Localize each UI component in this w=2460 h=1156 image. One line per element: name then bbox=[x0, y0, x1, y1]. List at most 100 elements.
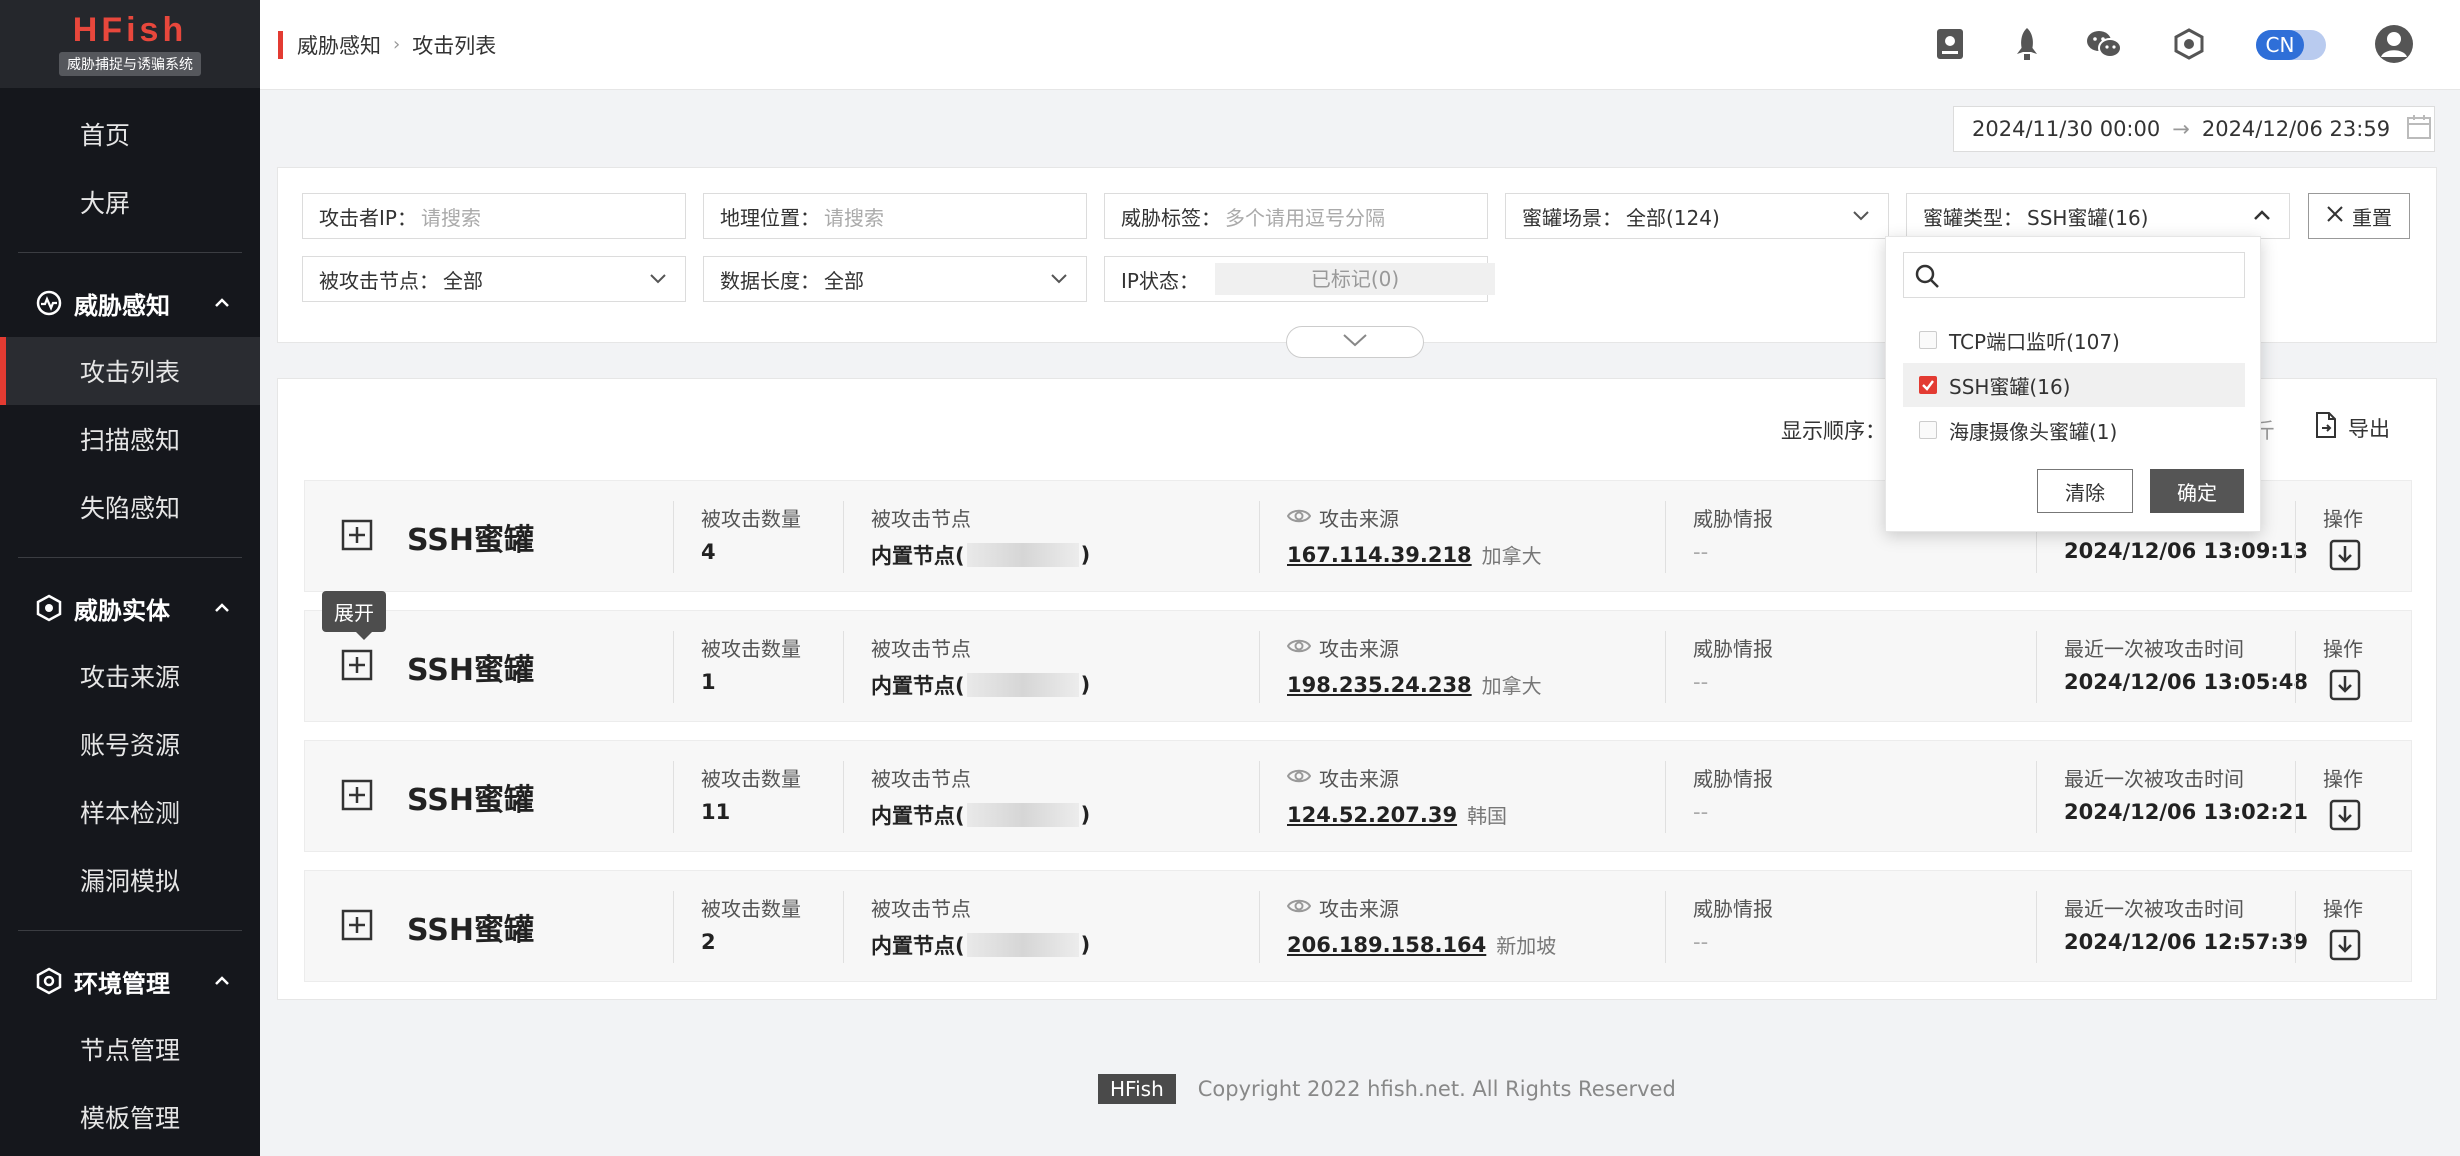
honeypot-type-select[interactable]: 蜜罐类型： SSH蜜罐(16) bbox=[1906, 193, 2290, 239]
col-header: 最近一次被攻击时间 bbox=[2064, 897, 2244, 921]
attacker-ip-field[interactable]: 攻击者IP： 请搜索 bbox=[302, 193, 686, 239]
download-icon[interactable] bbox=[2329, 669, 2361, 701]
nav-compromise-perception[interactable]: 失陷感知 bbox=[0, 473, 260, 541]
field-label: 蜜罐类型： bbox=[1923, 205, 2023, 230]
eye-icon[interactable] bbox=[1286, 506, 1312, 530]
dropdown-search-input[interactable] bbox=[1903, 252, 2245, 298]
nav-bigscreen[interactable]: 大屏 bbox=[0, 168, 260, 236]
geo-location-field[interactable]: 地理位置： 请搜索 bbox=[703, 193, 1087, 239]
column-divider bbox=[2295, 761, 2296, 833]
expand-icon[interactable] bbox=[341, 649, 373, 681]
eye-icon[interactable] bbox=[1286, 896, 1312, 920]
download-icon[interactable] bbox=[2329, 539, 2361, 571]
last-attack-col: 最近一次被攻击时间 2024/12/06 13:02:21 bbox=[2064, 763, 2308, 824]
checkbox[interactable] bbox=[1919, 331, 1937, 349]
option-label: SSH蜜罐(16) bbox=[1949, 374, 2071, 399]
nav-group-threat-perception[interactable]: 威胁感知 bbox=[0, 269, 260, 337]
display-order-label: 显示顺序： bbox=[1781, 419, 1886, 443]
hexagon-settings-icon[interactable] bbox=[2169, 24, 2209, 64]
threat-tag-field[interactable]: 威胁标签： 多个请用逗号分隔 bbox=[1104, 193, 1488, 239]
manual-icon[interactable] bbox=[1930, 24, 1970, 64]
nav-account-label: 账号资源 bbox=[80, 731, 181, 760]
nav-home-label: 首页 bbox=[80, 121, 131, 150]
nav-compromise-label: 失陷感知 bbox=[80, 494, 181, 523]
nav-group-label: 环境管理 bbox=[74, 969, 170, 998]
expand-icon[interactable] bbox=[341, 779, 373, 811]
nav-group-threat-entity[interactable]: 威胁实体 bbox=[0, 574, 260, 642]
source-ip-link[interactable]: 198.235.24.238 bbox=[1287, 673, 1472, 697]
col-header: 被攻击节点 bbox=[871, 507, 971, 531]
nav-attack-list[interactable]: 攻击列表 bbox=[0, 337, 260, 405]
date-start[interactable]: 2024/11/30 00:00 bbox=[1972, 117, 2160, 141]
wechat-icon[interactable] bbox=[2084, 24, 2124, 64]
source-ip-link[interactable]: 167.114.39.218 bbox=[1287, 543, 1472, 567]
logo-subtitle: 威胁捕捉与诱骗系统 bbox=[59, 52, 201, 76]
eye-icon[interactable] bbox=[1286, 636, 1312, 660]
nav-scan-perception[interactable]: 扫描感知 bbox=[0, 405, 260, 473]
nav-template-management[interactable]: 模板管理 bbox=[0, 1083, 260, 1151]
date-end[interactable]: 2024/12/06 23:59 bbox=[2202, 117, 2390, 141]
nav-attack-source[interactable]: 攻击来源 bbox=[0, 642, 260, 710]
download-icon[interactable] bbox=[2329, 799, 2361, 831]
nav-group-env-management[interactable]: 环境管理 bbox=[0, 947, 260, 1015]
checkbox-checked[interactable] bbox=[1919, 376, 1937, 394]
attack-source-col: 攻击来源 198.235.24.238 加拿大 bbox=[1286, 633, 1542, 699]
field-label: IP状态： bbox=[1121, 268, 1199, 293]
nav-sample-detection[interactable]: 样本检测 bbox=[0, 778, 260, 846]
ip-status-value[interactable]: 已标记(0) bbox=[1215, 263, 1495, 295]
breadcrumb-item[interactable]: 威胁感知 bbox=[297, 30, 381, 60]
attacked-node-select[interactable]: 被攻击节点： 全部 bbox=[302, 256, 686, 302]
column-divider bbox=[1259, 501, 1260, 573]
logo[interactable]: HFish 威胁捕捉与诱骗系统 bbox=[0, 0, 260, 88]
calendar-icon[interactable] bbox=[2406, 114, 2432, 145]
download-icon[interactable] bbox=[2329, 929, 2361, 961]
reset-button[interactable]: 重置 bbox=[2308, 193, 2410, 239]
rocket-icon[interactable] bbox=[2007, 24, 2047, 64]
threat-intel-value: -- bbox=[1693, 800, 1709, 824]
operation-col: 操作 bbox=[2323, 893, 2363, 922]
field-value: 全部(124) bbox=[1626, 205, 1720, 230]
nav-scan-label: 扫描感知 bbox=[80, 426, 181, 455]
attack-row[interactable]: SSH蜜罐 被攻击数量 2 被攻击节点 内置节点() 攻击来源 206.189.158… bbox=[304, 870, 2412, 982]
ip-status-field[interactable]: IP状态： 已标记(0) bbox=[1104, 256, 1495, 302]
nav-home[interactable]: 首页 bbox=[0, 100, 260, 168]
column-divider bbox=[1665, 631, 1666, 703]
attack-row[interactable]: SSH蜜罐 被攻击数量 1 被攻击节点 内置节点() 攻击来源 198.235.24.… bbox=[304, 610, 2412, 722]
attack-row[interactable]: SSH蜜罐 被攻击数量 11 被攻击节点 内置节点() 攻击来源 124.52.207… bbox=[304, 740, 2412, 852]
attack-count-col: 被攻击数量 4 bbox=[701, 503, 801, 564]
expand-icon[interactable] bbox=[341, 519, 373, 551]
nav-account-resource[interactable]: 账号资源 bbox=[0, 710, 260, 778]
honeypot-scene-select[interactable]: 蜜罐场景： 全部(124) bbox=[1505, 193, 1889, 239]
language-toggle[interactable]: CN bbox=[2256, 30, 2326, 60]
dropdown-option[interactable]: 海康摄像头蜜罐(1) bbox=[1903, 408, 2245, 452]
nav-group-label: 威胁实体 bbox=[74, 596, 170, 625]
nav-node-management[interactable]: 节点管理 bbox=[0, 1015, 260, 1083]
field-value: 全部 bbox=[824, 268, 864, 293]
attack-count-col: 被攻击数量 11 bbox=[701, 763, 801, 824]
node-suffix: ) bbox=[1080, 673, 1091, 697]
expand-icon[interactable] bbox=[341, 909, 373, 941]
col-header: 攻击来源 bbox=[1319, 897, 1399, 921]
source-ip-link[interactable]: 206.189.158.164 bbox=[1287, 933, 1486, 957]
eye-icon[interactable] bbox=[1286, 766, 1312, 790]
col-header: 操作 bbox=[2323, 767, 2363, 791]
threat-intel-value: -- bbox=[1693, 670, 1709, 694]
confirm-button[interactable]: 确定 bbox=[2150, 469, 2244, 513]
redacted-node-id bbox=[966, 543, 1079, 567]
nav-divider bbox=[18, 557, 242, 558]
collapse-filters-button[interactable] bbox=[1286, 326, 1424, 358]
breadcrumb: 威胁感知 › 攻击列表 bbox=[297, 30, 496, 60]
export-button[interactable]: 导出 bbox=[2314, 411, 2390, 444]
dropdown-option[interactable]: SSH蜜罐(16) bbox=[1903, 363, 2245, 407]
data-length-select[interactable]: 数据长度： 全部 bbox=[703, 256, 1087, 302]
col-header: 攻击来源 bbox=[1319, 507, 1399, 531]
source-ip-link[interactable]: 124.52.207.39 bbox=[1287, 803, 1457, 827]
date-range-picker[interactable]: 2024/11/30 00:00 → 2024/12/06 23:59 bbox=[1953, 106, 2435, 152]
nav-vuln-simulation[interactable]: 漏洞模拟 bbox=[0, 846, 260, 914]
user-avatar-icon[interactable] bbox=[2374, 24, 2414, 64]
checkbox[interactable] bbox=[1919, 421, 1937, 439]
dropdown-option[interactable]: TCP端口监听(107) bbox=[1903, 318, 2245, 362]
radar-icon bbox=[34, 288, 64, 318]
node-suffix: ) bbox=[1080, 803, 1091, 827]
clear-button[interactable]: 清除 bbox=[2037, 469, 2133, 513]
